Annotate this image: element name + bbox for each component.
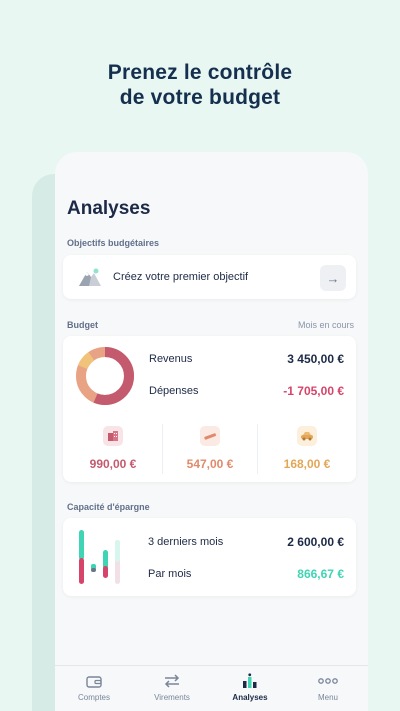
tab-label: Menu xyxy=(317,693,338,702)
category-value: 547,00 € xyxy=(186,457,234,471)
arrow-right-icon: → xyxy=(326,270,340,286)
promo-line-1: Prenez le contrôle xyxy=(107,61,293,84)
tab-analyses[interactable]: Analyses xyxy=(215,672,285,702)
tab-label: Virements xyxy=(154,693,190,702)
create-goal-text: Créez votre premier objectif xyxy=(113,271,249,283)
chart-icon xyxy=(215,672,285,690)
divider xyxy=(162,424,163,474)
per-month-label: Par mois xyxy=(148,568,192,580)
page-title: Analyses xyxy=(67,198,151,219)
wallet-icon xyxy=(59,672,129,690)
bottom-tab-bar: Comptes Virements Analyses Menu xyxy=(55,665,368,711)
tab-comptes[interactable]: Comptes xyxy=(59,672,129,702)
promo-heading: Prenez le contrôle de votre budget xyxy=(0,60,400,110)
promo-line-2: de votre budget xyxy=(119,86,281,109)
transfer-icon xyxy=(137,672,207,690)
divider xyxy=(257,424,258,474)
goals-section-label: Objectifs budgétaires xyxy=(67,238,160,248)
create-goal-card[interactable]: Créez votre premier objectif → xyxy=(63,255,356,299)
expense-value: -1 705,00 € xyxy=(283,384,344,398)
income-value: 3 450,00 € xyxy=(287,352,344,366)
savings-bar-chart xyxy=(79,530,120,584)
income-label: Revenus xyxy=(149,353,193,365)
per-month-value: 866,67 € xyxy=(297,567,344,581)
budget-card[interactable]: Revenus 3 450,00 € Dépenses -1 705,00 € … xyxy=(63,336,356,482)
tab-label: Comptes xyxy=(77,693,110,702)
building-icon xyxy=(103,426,123,446)
pencil-icon xyxy=(200,426,220,446)
savings-section-label: Capacité d'épargne xyxy=(67,502,150,512)
category-value: 990,00 € xyxy=(89,457,137,471)
car-icon xyxy=(297,426,317,446)
budget-period[interactable]: Mois en cours xyxy=(298,320,354,330)
savings-card[interactable]: 3 derniers mois 2 600,00 € Par mois 866,… xyxy=(63,518,356,596)
tab-menu[interactable]: Menu xyxy=(293,672,363,702)
category-value: 168,00 € xyxy=(283,457,331,471)
mountain-icon xyxy=(76,264,104,292)
last-months-label: 3 derniers mois xyxy=(148,536,224,548)
tab-label: Analyses xyxy=(232,693,268,702)
phone-screen: Analyses Objectifs budgétaires Créez vot… xyxy=(55,152,368,711)
expense-label: Dépenses xyxy=(149,385,199,397)
budget-section-label: Budget xyxy=(67,320,98,330)
create-goal-button[interactable]: → xyxy=(320,265,346,291)
tab-virements[interactable]: Virements xyxy=(137,672,207,702)
dots-icon xyxy=(293,672,363,690)
last-months-value: 2 600,00 € xyxy=(287,535,344,549)
budget-donut-chart xyxy=(76,347,134,405)
